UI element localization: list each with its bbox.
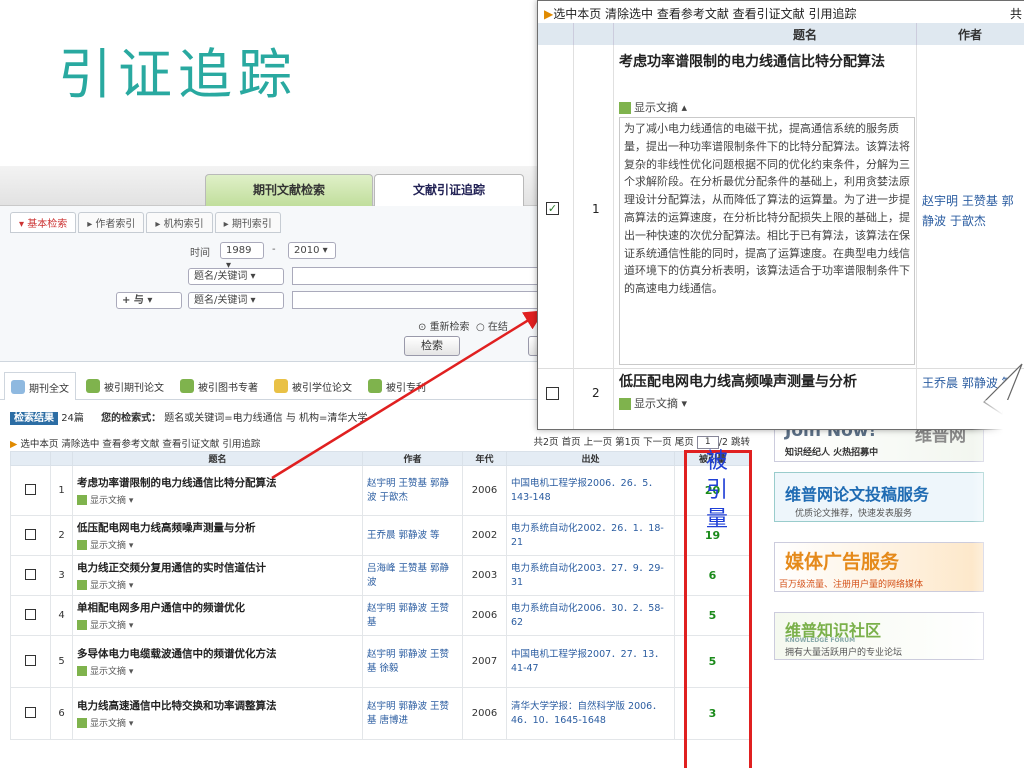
slide: 引证追踪 期刊文献检索 文献引证追踪 ▾ 基本检索 ▸ 作者索引 ▸ 机构索引 … (0, 0, 1024, 768)
zoom-row-checkbox[interactable]: ✓ (546, 202, 559, 215)
zoom-paper-title[interactable]: 考虑功率谱限制的电力线通信比特分配算法 (619, 51, 911, 73)
zoom-col-title: 题名 (793, 28, 818, 42)
zoom-row-1: ✓ 1 考虑功率谱限制的电力线通信比特分配算法 显示文摘 ▴ 为了减小电力线通信… (538, 45, 1024, 369)
zoom-row-checkbox[interactable] (546, 387, 559, 400)
zoom-row-2: 2 低压配电网电力线高频噪声测量与分析 显示文摘 ▾ 王乔晨 郭静波 等 (538, 369, 1024, 429)
zoom-paper-title[interactable]: 低压配电网电力线高频噪声测量与分析 (619, 371, 911, 393)
zoom-row-number: 2 (592, 386, 600, 400)
zoom-show-abstract[interactable]: 显示文摘 ▴ (619, 99, 687, 115)
zoom-col-author: 作者 (958, 28, 983, 42)
zoom-paper-authors[interactable]: 赵宇明 王赞基 郭静波 于歆杰 (922, 191, 1022, 231)
zoom-row-number: 1 (592, 202, 600, 216)
zoom-abstract: 为了减小电力线通信的电磁干扰，提高通信系统的服务质量，提出一种功率谱限制条件下的… (619, 117, 915, 365)
zoom-table-header: 题名 作者 (538, 23, 1024, 45)
zoom-toolbar[interactable]: ▶选中本页 清除选中 查看参考文献 查看引证文献 引用追踪共 (538, 1, 1024, 23)
right-edge-fade (972, 400, 1024, 768)
zoom-show-abstract[interactable]: 显示文摘 ▾ (619, 395, 687, 411)
zoomed-detail: ▶选中本页 清除选中 查看参考文献 查看引证文献 引用追踪共 题名 作者 ✓ 1… (537, 0, 1024, 430)
arrow-line (271, 310, 545, 480)
